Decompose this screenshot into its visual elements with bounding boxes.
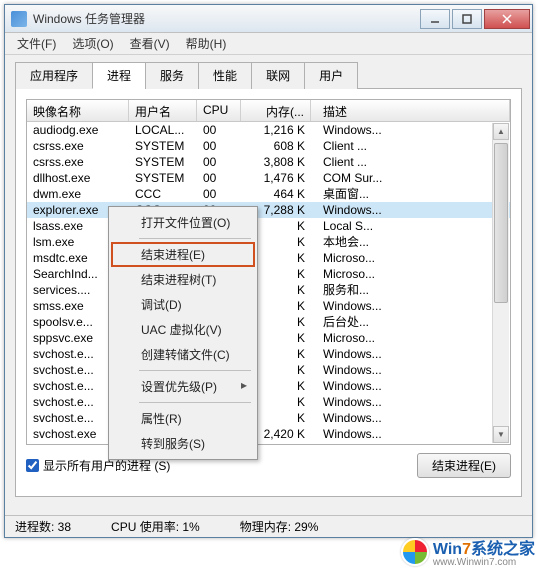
close-button[interactable] <box>484 9 530 29</box>
table-row[interactable]: lsass.exeKLocal S... <box>27 218 510 234</box>
col-image-name[interactable]: 映像名称 <box>27 100 129 121</box>
table-row[interactable]: csrss.exeSYSTEM00608 KClient ... <box>27 138 510 154</box>
watermark-brand: Win7系统之家 <box>433 541 535 558</box>
menu-separator <box>139 402 251 403</box>
context-menu-item[interactable]: UAC 虚拟化(V) <box>111 317 255 342</box>
process-list[interactable]: 映像名称 用户名 CPU 内存(... 描述 audiodg.exeLOCAL.… <box>26 99 511 445</box>
watermark: Win7系统之家 www.Winwin7.com <box>401 535 535 568</box>
table-row[interactable]: svchost.e...KWindows... <box>27 394 510 410</box>
watermark-url: www.Winwin7.com <box>433 557 535 568</box>
tab-1[interactable]: 进程 <box>92 62 146 89</box>
menu-separator <box>139 238 251 239</box>
show-all-users-input[interactable] <box>26 459 39 472</box>
tab-4[interactable]: 联网 <box>251 62 305 89</box>
table-row[interactable]: SearchInd...KMicroso... <box>27 266 510 282</box>
context-menu-item[interactable]: 设置优先级(P) <box>111 374 255 399</box>
end-process-button[interactable]: 结束进程(E) <box>417 453 511 478</box>
table-row[interactable]: svchost.exeNETWO...002,420 KWindows... <box>27 426 510 442</box>
context-menu-item[interactable]: 创建转储文件(C) <box>111 342 255 367</box>
titlebar[interactable]: Windows 任务管理器 <box>5 5 532 33</box>
col-cpu[interactable]: CPU <box>197 100 241 121</box>
context-menu-item[interactable]: 结束进程树(T) <box>111 267 255 292</box>
table-row[interactable]: smss.exeKWindows... <box>27 298 510 314</box>
list-body: audiodg.exeLOCAL...001,216 KWindows...cs… <box>27 122 510 444</box>
table-row[interactable]: explorer.exeCCC007,288 KWindows... <box>27 202 510 218</box>
context-menu-item[interactable]: 转到服务(S) <box>111 431 255 456</box>
table-row[interactable]: svchost.exeLOCAL...002,548 KWindows... <box>27 442 510 444</box>
table-row[interactable]: dwm.exeCCC00464 K桌面窗... <box>27 186 510 202</box>
col-mem[interactable]: 内存(... <box>241 100 311 121</box>
table-row[interactable]: svchost.e...KWindows... <box>27 378 510 394</box>
status-bar: 进程数: 38 CPU 使用率: 1% 物理内存: 29% <box>5 515 532 537</box>
maximize-button[interactable] <box>452 9 482 29</box>
panel-bottom-row: 显示所有用户的进程 (S) 结束进程(E) <box>26 453 511 478</box>
window-buttons <box>418 9 530 29</box>
list-header: 映像名称 用户名 CPU 内存(... 描述 <box>27 100 510 122</box>
windows-logo-icon <box>401 538 429 566</box>
menubar: 文件(F) 选项(O) 查看(V) 帮助(H) <box>5 33 532 55</box>
process-context-menu[interactable]: 打开文件位置(O) 结束进程(E)结束进程树(T)调试(D)UAC 虚拟化(V)创… <box>108 206 258 460</box>
table-row[interactable]: lsm.exeK本地会... <box>27 234 510 250</box>
col-desc[interactable]: 描述 <box>311 100 510 121</box>
context-menu-item[interactable]: 结束进程(E) <box>111 242 255 267</box>
table-row[interactable]: audiodg.exeLOCAL...001,216 KWindows... <box>27 122 510 138</box>
menu-options[interactable]: 选项(O) <box>64 33 121 54</box>
status-cpu-usage: CPU 使用率: 1% <box>111 518 200 535</box>
tab-0[interactable]: 应用程序 <box>15 62 93 89</box>
table-row[interactable]: svchost.e...KWindows... <box>27 362 510 378</box>
task-manager-window: Windows 任务管理器 文件(F) 选项(O) 查看(V) 帮助(H) 应用… <box>4 4 533 538</box>
menu-separator <box>139 370 251 371</box>
table-row[interactable]: msdtc.exeKMicroso... <box>27 250 510 266</box>
app-icon <box>11 11 27 27</box>
menu-view[interactable]: 查看(V) <box>122 33 178 54</box>
minimize-button[interactable] <box>420 9 450 29</box>
scroll-up-button[interactable]: ▲ <box>493 123 509 140</box>
table-row[interactable]: svchost.e...KWindows... <box>27 410 510 426</box>
menu-help[interactable]: 帮助(H) <box>178 33 235 54</box>
table-row[interactable]: spoolsv.e...K后台处... <box>27 314 510 330</box>
vertical-scrollbar[interactable]: ▲ ▼ <box>492 123 509 443</box>
tab-5[interactable]: 用户 <box>304 62 358 89</box>
context-menu-item[interactable]: 调试(D) <box>111 292 255 317</box>
col-user[interactable]: 用户名 <box>129 100 197 121</box>
tab-strip: 应用程序进程服务性能联网用户 <box>15 61 522 89</box>
context-menu-item[interactable]: 属性(R) <box>111 406 255 431</box>
table-row[interactable]: sppsvc.exeKMicroso... <box>27 330 510 346</box>
scroll-thumb[interactable] <box>494 143 508 303</box>
status-process-count: 进程数: 38 <box>15 518 71 535</box>
tab-2[interactable]: 服务 <box>145 62 199 89</box>
context-menu-item[interactable]: 打开文件位置(O) <box>111 210 255 235</box>
window-title: Windows 任务管理器 <box>33 10 418 27</box>
processes-panel: 映像名称 用户名 CPU 内存(... 描述 audiodg.exeLOCAL.… <box>15 89 522 497</box>
menu-file[interactable]: 文件(F) <box>9 33 64 54</box>
table-row[interactable]: dllhost.exeSYSTEM001,476 KCOM Sur... <box>27 170 510 186</box>
client-area: 应用程序进程服务性能联网用户 映像名称 用户名 CPU 内存(... 描述 au… <box>5 55 532 501</box>
tab-3[interactable]: 性能 <box>198 62 252 89</box>
scroll-down-button[interactable]: ▼ <box>493 426 509 443</box>
table-row[interactable]: services....K服务和... <box>27 282 510 298</box>
status-memory-usage: 物理内存: 29% <box>240 518 319 535</box>
table-row[interactable]: csrss.exeSYSTEM003,808 KClient ... <box>27 154 510 170</box>
table-row[interactable]: svchost.e...KWindows... <box>27 346 510 362</box>
